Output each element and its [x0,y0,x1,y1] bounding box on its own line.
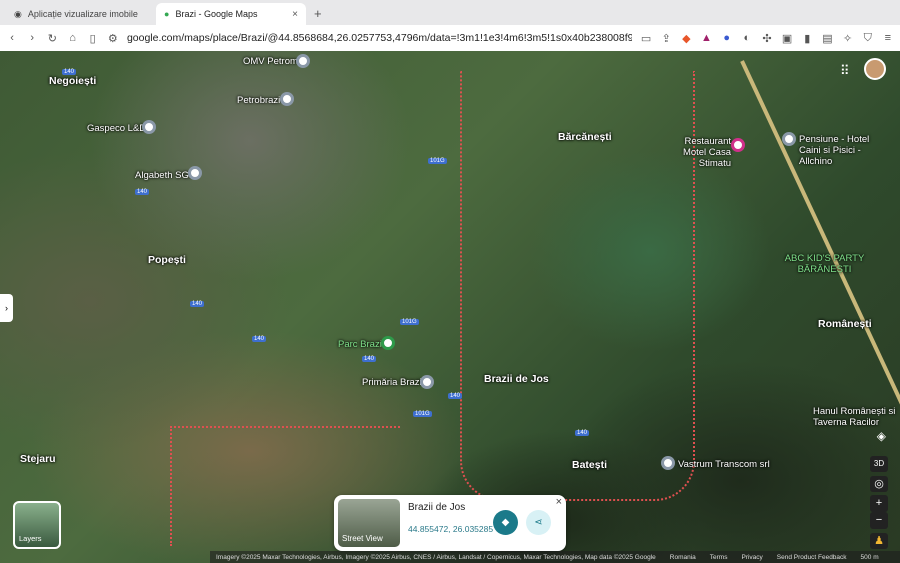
tab-google-maps[interactable]: ●Brazi - Google Maps× [156,3,306,25]
globe-icon: ◉ [14,9,22,20]
zoom-out-button[interactable]: − [870,512,888,529]
road-shield: 140 [62,69,76,75]
browser-toolbar: ‹ › ↻ ⌂ ▯ ⚙ google.com/maps/place/Brazi/… [0,25,900,51]
poi-label[interactable]: Primăria Brazi [362,377,422,388]
town-label[interactable]: Bărcănești [558,131,612,143]
restaurant-pin-icon[interactable] [731,138,745,152]
expand-side-panel-button[interactable]: › [0,294,13,322]
leo-icon[interactable]: ✧ [842,32,854,45]
share-button[interactable]: ⋖ [526,510,551,535]
town-label[interactable]: Batești [572,459,607,471]
extension-icon[interactable]: ◐ [741,32,753,44]
cast-icon[interactable]: ▭ [640,32,652,45]
layers-button[interactable]: Layers [13,501,61,549]
place-pin-icon[interactable] [420,375,434,389]
close-tab-button[interactable]: × [292,9,298,20]
compass-icon[interactable]: ◈ [877,429,886,443]
road-shield: 140 [252,336,266,342]
satellite-map[interactable]: OMV Petrom Negoiești Petrobrazi Gaspeco … [0,51,900,563]
road-shield: 101G [413,411,432,417]
town-label[interactable]: Popești [148,254,186,266]
sidebar-icon[interactable]: ▮ [801,32,813,45]
feedback-link[interactable]: Send Product Feedback [777,554,847,561]
site-settings-icon[interactable]: ⚙ [107,32,119,45]
poi-label[interactable]: Restaurant Motel Casa Stimatu [661,136,731,169]
rewards-icon[interactable]: ▲ [700,32,712,44]
pegman-icon[interactable]: ♟ [870,533,888,549]
place-pin-icon[interactable] [188,166,202,180]
terms-link[interactable]: Terms [710,554,728,561]
vpn-icon[interactable]: ⛉ [862,32,874,45]
maps-pin-icon: ● [164,9,169,19]
poi-label[interactable]: Vastrum Transcom srl [678,459,770,470]
3d-toggle-button[interactable]: 3D [870,456,888,472]
poi-label[interactable]: ABC KID'S PARTY BĂRĂNEȘTI [782,253,867,275]
town-label[interactable]: Negoiești [49,75,96,87]
share-icon[interactable]: ⇪ [660,32,672,45]
road-shield: 140 [190,301,204,307]
avatar[interactable] [864,58,886,80]
privacy-link[interactable]: Privacy [741,554,762,561]
extension-icon[interactable]: ● [721,32,733,44]
map-footer: Imagery ©2025 Maxar Technologies, Airbus… [210,551,900,563]
poi-label[interactable]: Parc Brazi [338,339,382,350]
new-tab-button[interactable]: + [306,6,330,25]
poi-label[interactable]: Gaspeco L&D [87,123,146,134]
poi-label[interactable]: Petrobrazi [237,95,280,106]
park-pin-icon[interactable] [381,336,395,350]
forward-icon[interactable]: › [26,32,38,44]
region-link[interactable]: Romania [670,554,696,561]
tab-imobile[interactable]: ◉Aplicație vizualizare imobile [6,3,156,25]
road-shield: 101G [400,319,419,325]
road-shield: 140 [362,356,376,362]
road-shield: 140 [575,430,589,436]
directions-button[interactable]: ◆ [493,510,518,535]
poi-label[interactable]: OMV Petrom [243,56,298,67]
extensions-icon[interactable]: ✣ [761,32,773,45]
zoom-in-button[interactable]: + [870,495,888,512]
poi-label[interactable]: Hanul Românești si Taverna Racilor [813,406,898,428]
reload-icon[interactable]: ↻ [46,32,58,45]
brave-shield-icon[interactable]: ◆ [680,32,692,45]
street-view-thumbnail[interactable]: Street View [338,499,400,547]
place-pin-icon[interactable] [661,456,675,470]
wallet-icon[interactable]: ▤ [821,32,833,45]
screenshot-icon[interactable]: ▣ [781,32,793,45]
road-shield: 140 [135,189,149,195]
place-coordinates[interactable]: 44.855472, 26.035285 [408,524,493,534]
back-icon[interactable]: ‹ [6,32,18,44]
close-card-button[interactable]: × [556,496,562,508]
place-pin-icon[interactable] [296,54,310,68]
home-icon[interactable]: ⌂ [66,32,78,44]
town-label[interactable]: Stejaru [20,453,56,465]
bookmark-icon[interactable]: ▯ [87,32,99,45]
town-label[interactable]: Brazii de Jos [484,373,549,385]
address-bar[interactable]: google.com/maps/place/Brazi/@44.8568684,… [127,32,632,44]
town-label[interactable]: Românești [818,318,872,330]
road-shield: 101G [428,158,447,164]
place-card: Street View Brazii de Jos 44.855472, 26.… [334,495,566,551]
road-shield: 140 [448,393,462,399]
place-pin-icon[interactable] [280,92,294,106]
scale-bar[interactable]: 500 m [861,554,879,561]
place-title: Brazii de Jos [408,502,465,513]
tab-bar: ◉Aplicație vizualizare imobile ●Brazi - … [0,0,900,25]
menu-icon[interactable]: ≡ [882,32,894,44]
my-location-icon[interactable]: ◎ [870,476,888,492]
poi-label[interactable]: Algabeth SGI [135,170,192,181]
poi-label[interactable]: Pensiune - Hotel Caini si Pisici - Allch… [799,134,884,167]
apps-grid-icon[interactable]: ⠿ [840,63,850,79]
place-pin-icon[interactable] [142,120,156,134]
place-pin-icon[interactable] [782,132,796,146]
